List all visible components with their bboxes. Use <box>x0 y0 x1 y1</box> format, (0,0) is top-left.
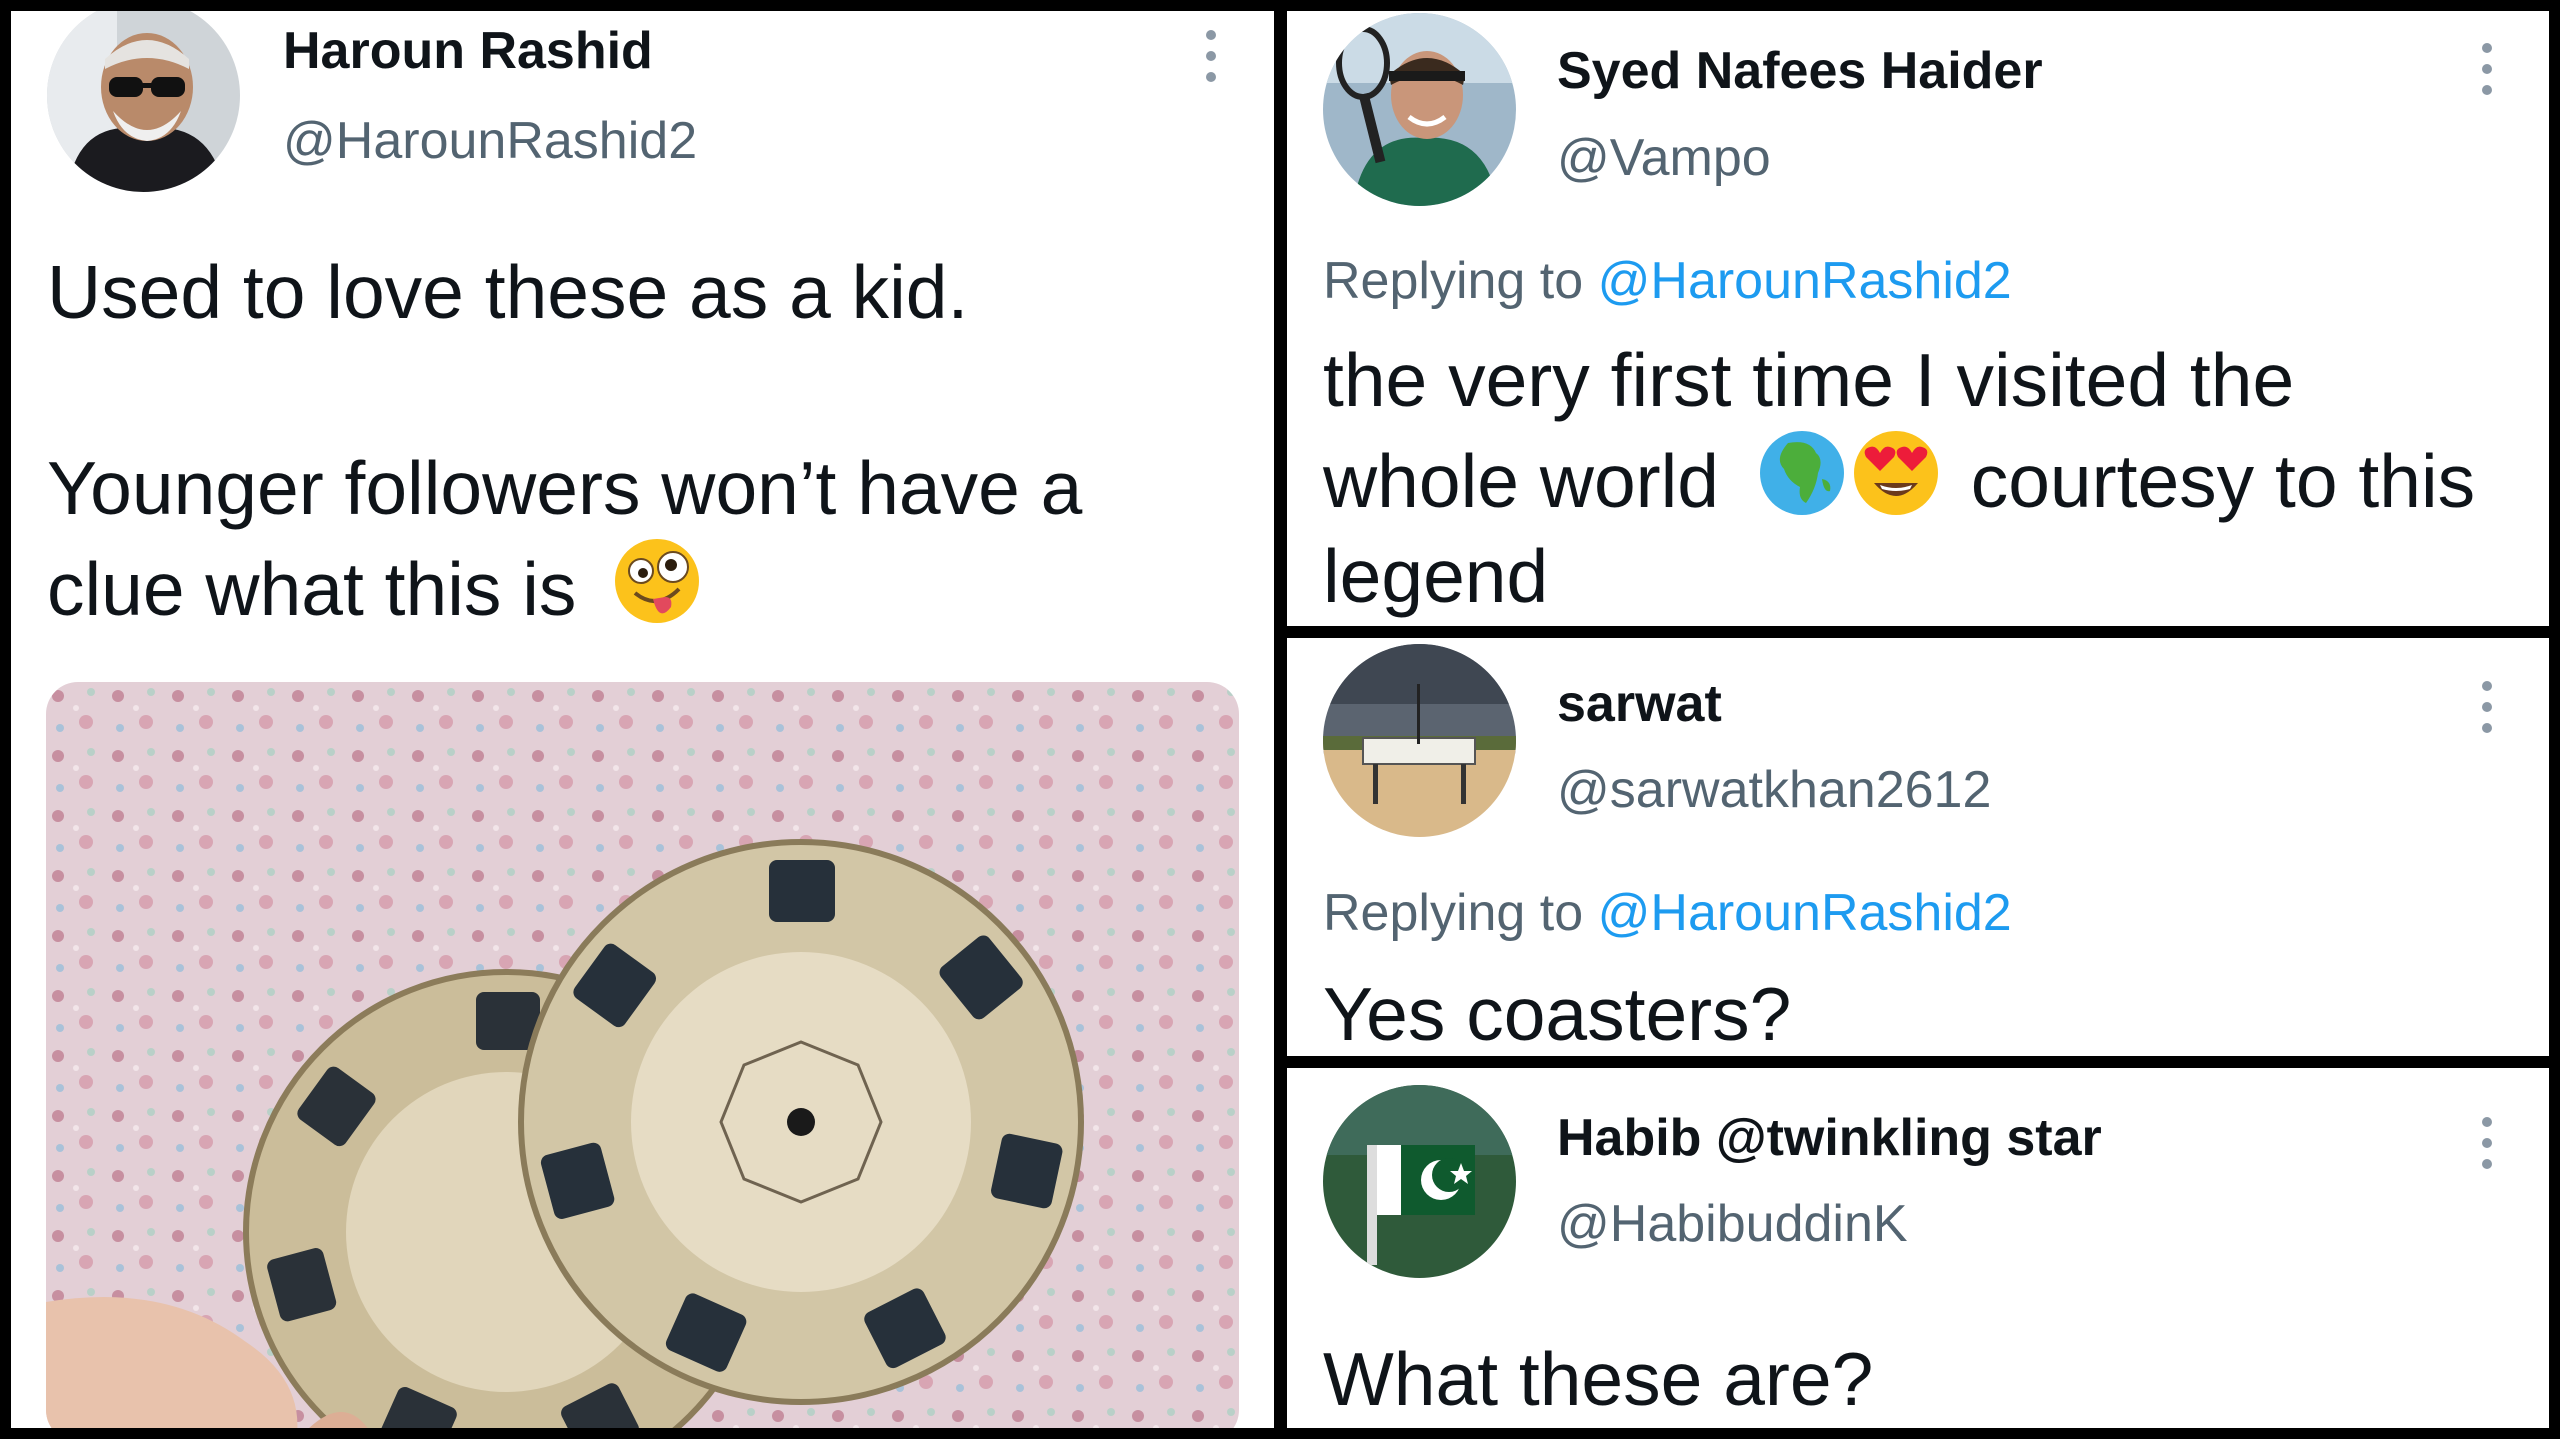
replying-to-label: Replying to <box>1323 252 1584 310</box>
more-options-icon[interactable] <box>2481 1117 2493 1171</box>
reply-syed: Syed Nafees Haider @Vampo Replying to @H… <box>1287 11 2549 626</box>
original-tweet: Haroun Rashid @HarounRashid2 Used to lov… <box>11 11 1274 1428</box>
reply-habib: Habib @twinkling star @HabibuddinK What … <box>1287 1068 2549 1428</box>
reply-sarwat: sarwat @sarwatkhan2612 Replying to @Haro… <box>1287 638 2549 1056</box>
more-options-icon[interactable] <box>2481 681 2493 735</box>
author-handle[interactable]: @HabibuddinK <box>1557 1194 1908 1254</box>
tweet-photo-viewmaster-reels[interactable] <box>46 682 1239 1428</box>
author-name[interactable]: Haroun Rashid <box>283 21 653 81</box>
author-name[interactable]: sarwat <box>1557 674 1722 734</box>
tweet-text-line-3: clue what this is <box>47 537 701 638</box>
author-handle[interactable]: @HarounRashid2 <box>283 111 697 171</box>
avatar-syed[interactable] <box>1323 13 1516 206</box>
reply-text-line-3: legend <box>1323 534 1549 618</box>
reply-text: What these are? <box>1323 1337 1874 1421</box>
reply-text-line-1: the very first time I visited the <box>1323 338 2295 422</box>
globe-africa-emoji-icon <box>1758 429 1846 517</box>
reply-text: Yes coasters? <box>1323 972 1792 1056</box>
avatar-haroun[interactable] <box>47 11 240 192</box>
author-name[interactable]: Habib @twinkling star <box>1557 1108 2102 1168</box>
tweet-text-line-1: Used to love these as a kid. <box>47 250 969 334</box>
author-handle[interactable]: @sarwatkhan2612 <box>1557 760 1991 820</box>
more-options-icon[interactable] <box>2481 43 2493 97</box>
tweet-text-line-2: Younger followers won’t have a <box>47 446 1083 530</box>
zany-face-emoji-icon <box>613 537 701 625</box>
avatar-habib[interactable] <box>1323 1085 1516 1278</box>
tweet-text-line-3-text: clue what this is <box>47 547 577 631</box>
replying-to: Replying to @HarounRashid2 <box>1323 251 2012 311</box>
heart-eyes-emoji-icon <box>1852 429 1940 517</box>
replying-to-mention-link[interactable]: @HarounRashid2 <box>1598 884 2012 942</box>
more-options-icon[interactable] <box>1205 30 1217 84</box>
reply-text-line-2: whole world courtesy to this <box>1323 429 2475 530</box>
replying-to: Replying to @HarounRashid2 <box>1323 883 2012 943</box>
avatar-sarwat[interactable] <box>1323 644 1516 837</box>
author-handle[interactable]: @Vampo <box>1557 128 1771 188</box>
reply-text-line-2a: whole world <box>1323 439 1720 523</box>
author-name[interactable]: Syed Nafees Haider <box>1557 41 2043 101</box>
reply-text-line-2b: courtesy to this <box>1970 439 2476 523</box>
replying-to-label: Replying to <box>1323 884 1584 942</box>
replying-to-mention-link[interactable]: @HarounRashid2 <box>1598 252 2012 310</box>
